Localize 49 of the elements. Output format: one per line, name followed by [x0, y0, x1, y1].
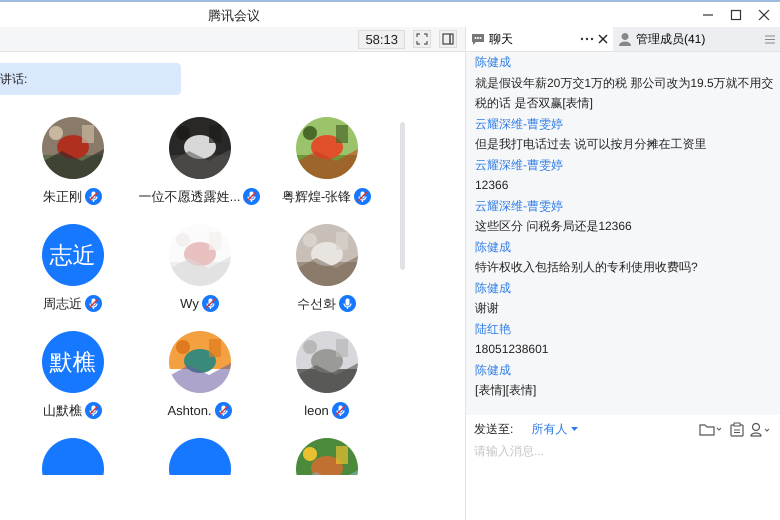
message-text: 特许权收入包括给别人的专利使用收费吗? — [475, 259, 699, 276]
chat-bubble-icon — [471, 32, 485, 46]
caret-icon — [571, 426, 578, 432]
sidebar-toggle-button[interactable] — [439, 30, 457, 48]
avatar: 志近 — [42, 224, 104, 286]
recipient-dropdown[interactable]: 所有人 — [531, 420, 578, 438]
message-text: 谢谢 — [475, 300, 500, 317]
participant-name: 朱正刚 — [43, 188, 82, 206]
scrollbar[interactable] — [400, 122, 405, 270]
message-text: 就是假设年薪20万交1万的税 那公司改为19.5万就不用交税的话 是否双赢[表情] — [475, 74, 775, 112]
participant-name: Ashton. — [167, 402, 212, 420]
sender-name[interactable]: 陈健成 — [475, 278, 779, 298]
more-icon[interactable] — [580, 37, 594, 41]
sender-name[interactable]: 陈健成 — [475, 52, 779, 72]
close-icon — [758, 8, 770, 20]
message-text: 12366 — [475, 177, 510, 194]
sender-name[interactable]: 陈健成 — [475, 360, 779, 380]
sender-name[interactable]: 云耀深维-曹雯婷 — [475, 154, 779, 175]
person-icon — [618, 32, 632, 46]
participant-name: 수선화 — [297, 295, 336, 313]
sender-name[interactable]: 陈健成 — [475, 236, 779, 257]
sender-name[interactable]: 云耀深维-曹雯婷 — [475, 196, 779, 216]
close-icon[interactable] — [598, 34, 608, 44]
tab[interactable]: 管理成员(41) — [613, 27, 762, 51]
participant-name: 一位不愿透露姓... — [138, 188, 240, 206]
speaking-label: 讲话: — [0, 71, 28, 88]
participant-name: 山默樵 — [43, 402, 82, 420]
folder-icon[interactable] — [699, 422, 723, 436]
send-to-label: 发送至: — [474, 421, 514, 438]
message-input[interactable]: 请输入消息... — [474, 438, 772, 464]
tab[interactable]: 聊天 — [466, 27, 613, 51]
message-text: 这些区分 问税务局还是12366 — [475, 218, 633, 235]
avatar: 默樵 — [42, 331, 104, 393]
menu-icon — [765, 34, 775, 44]
window-title: 腾讯会议 — [208, 7, 260, 25]
participant-name: 粤辉煌-张锋 — [282, 188, 352, 206]
sender-name[interactable]: 陆红艳 — [475, 318, 779, 339]
fullscreen-button[interactable] — [413, 30, 431, 48]
maximize-icon — [730, 8, 742, 20]
person-icon[interactable] — [750, 422, 772, 436]
message-text: [表情][表情] — [475, 382, 538, 399]
message-text: 18051238601 — [475, 341, 550, 358]
notice-board-icon[interactable] — [730, 422, 744, 436]
participant-name: leon — [304, 402, 329, 420]
participant-name: Wy — [180, 295, 199, 313]
sender-name[interactable]: 云耀深维-曹雯婷 — [475, 114, 779, 134]
meeting-timer: 58:13 — [358, 30, 405, 48]
participant-name: 周志近 — [43, 295, 82, 313]
message-text: 但是我打电话过去 说可以按月分摊在工资里 — [475, 136, 708, 153]
